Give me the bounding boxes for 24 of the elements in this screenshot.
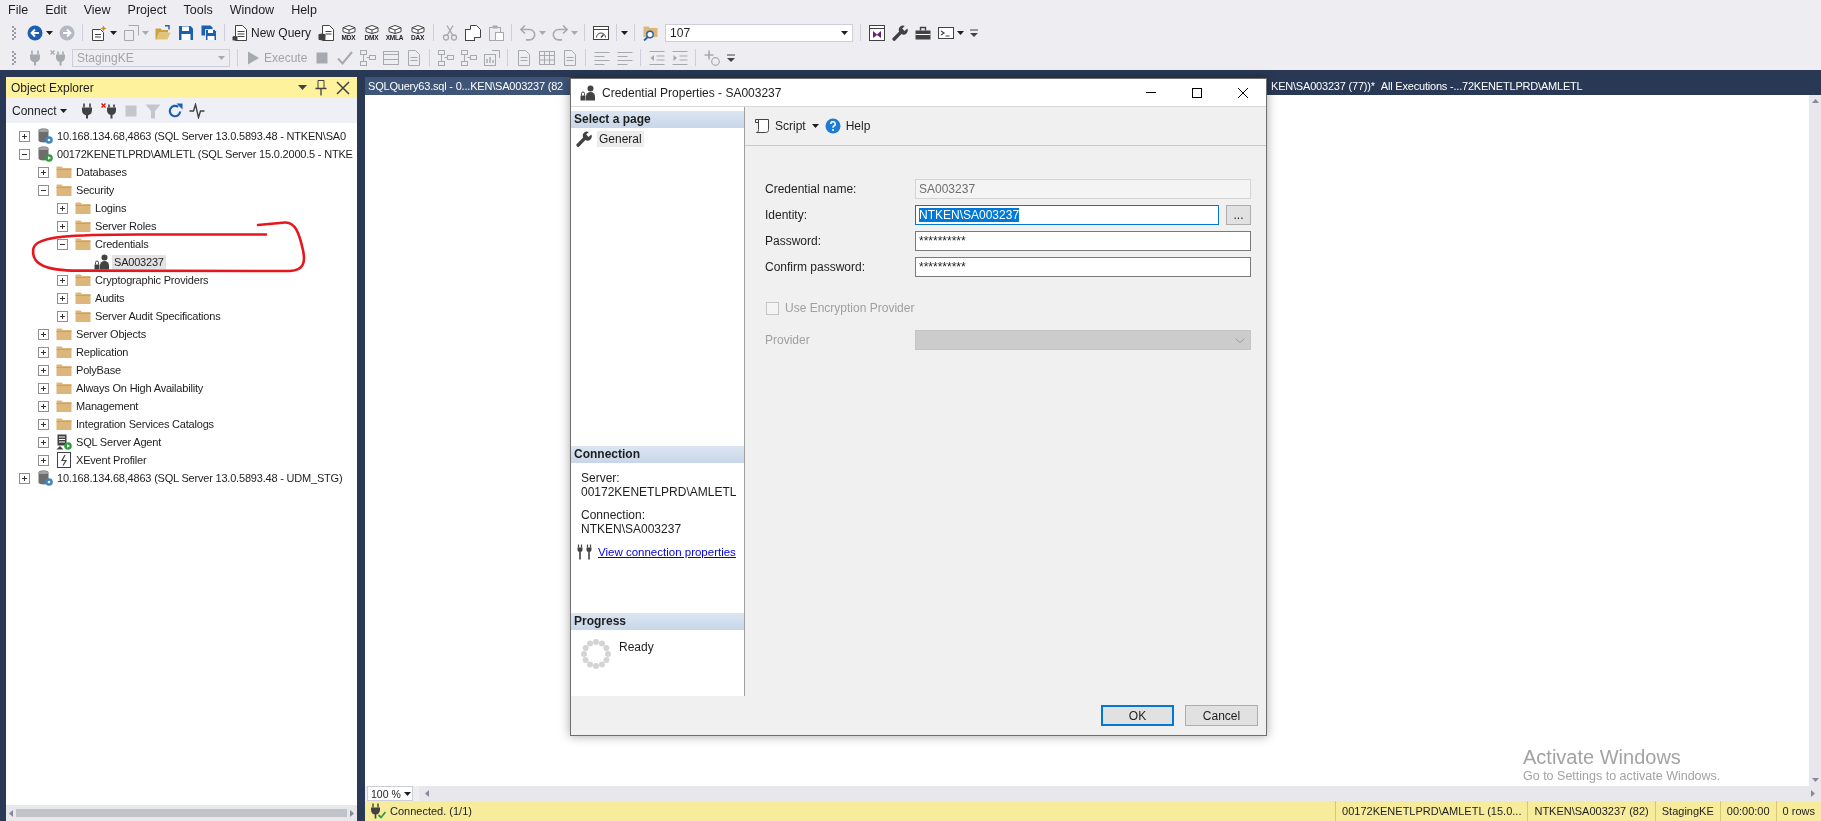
info-label: Server: <box>581 471 621 485</box>
activation-notice-title: Activate Windows <box>1523 745 1682 769</box>
info-value: 00172KENETLPRD\AMLETL <box>581 485 734 499</box>
status-field: 00:00:00 <box>1719 801 1776 821</box>
info-label: Connection: <box>581 508 647 522</box>
status-field: 0 rows <box>1775 801 1821 821</box>
field-label: Provider <box>765 333 811 347</box>
section-header: Select a page <box>571 111 744 128</box>
checkbox-label: Use Encryption Provider <box>785 301 915 315</box>
status-field: NTKEN\SA003237 (82) <box>1527 801 1655 821</box>
field-label: Identity: <box>765 208 809 222</box>
activation-notice-text: Go to Settings to activate Windows. <box>1523 769 1721 784</box>
section-header: Progress <box>571 613 744 630</box>
status-field: StagingKE <box>1654 801 1720 821</box>
status-field: 00172KENETLPRD\AMLETL (15.0... <box>1335 801 1528 821</box>
status-message: Connected. (1/1) <box>390 805 473 817</box>
field-label: Password: <box>765 234 823 248</box>
panel-title: Object Explorer <box>11 80 95 95</box>
section-header: Connection <box>571 446 744 463</box>
progress-status: Ready <box>619 640 654 654</box>
field-label: Credential name: <box>765 182 858 196</box>
dialog-title: Credential Properties - SA003237 <box>602 85 783 100</box>
field-label: Confirm password: <box>765 260 867 274</box>
info-value: NTKEN\SA003237 <box>581 522 683 536</box>
